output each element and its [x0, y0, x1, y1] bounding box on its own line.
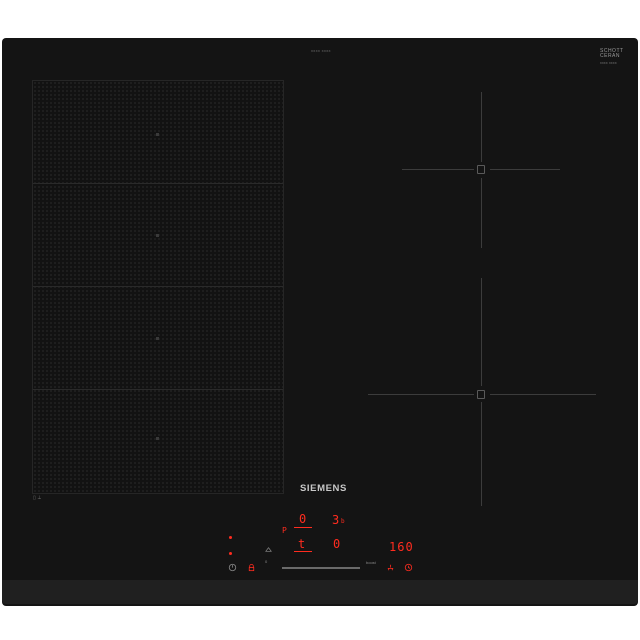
- flex-zone-divider: [33, 286, 283, 287]
- zone-guide-line: [481, 178, 482, 248]
- temperature-display: 160: [389, 540, 414, 554]
- flex-zone-symbol: ▯ ⟂: [33, 495, 42, 501]
- upper-right-zone-symbol[interactable]: [477, 165, 485, 174]
- left-indicator-dot: [229, 536, 232, 539]
- zone-guide-line: [490, 394, 596, 395]
- zone-b-level-display[interactable]: 3: [332, 513, 339, 527]
- zone-guide-line: [481, 92, 482, 162]
- ceran-text: CERAN: [600, 53, 621, 59]
- slider-max-label: boost: [366, 560, 376, 565]
- top-code-label: xxxx xxxx: [311, 48, 331, 53]
- zone-a-underline: [294, 527, 312, 528]
- flex-zone-divider: [33, 389, 283, 390]
- flex-icon[interactable]: [264, 545, 273, 554]
- zone-guide-line: [481, 402, 482, 506]
- zone-guide-line: [481, 278, 482, 386]
- slider-min-label: 0: [265, 559, 268, 564]
- zone-d-level-display[interactable]: 0: [333, 537, 340, 551]
- zone-a-level-display[interactable]: 0: [299, 512, 306, 526]
- power-level-slider[interactable]: [282, 567, 360, 569]
- schott-ceran-logo: SCHOTT CERAN xxxx xxxx: [600, 49, 624, 66]
- zone-center-mark: [156, 337, 159, 340]
- pan-icon[interactable]: [386, 563, 395, 572]
- zone-guide-line: [402, 169, 474, 170]
- glass-code: xxxx xxxx: [600, 61, 617, 65]
- flex-cooking-zone[interactable]: [32, 80, 284, 494]
- zone-center-mark: [156, 133, 159, 136]
- brand-logo: SIEMENS: [300, 483, 347, 494]
- zone-b-sub-indicator: b: [341, 518, 345, 525]
- cooktop-front-edge: [2, 580, 638, 604]
- power-icon[interactable]: [228, 563, 237, 572]
- zone-center-mark: [156, 437, 159, 440]
- zone-guide-line: [368, 394, 474, 395]
- zone-center-mark: [156, 234, 159, 237]
- lock-icon[interactable]: [247, 563, 256, 572]
- zone-selector-indicator[interactable]: P: [282, 526, 287, 535]
- zone-c-underline: [294, 551, 312, 552]
- lower-right-zone-symbol[interactable]: [477, 390, 485, 399]
- zone-guide-line: [490, 169, 560, 170]
- flex-zone-divider: [33, 183, 283, 184]
- clock-icon[interactable]: [404, 563, 413, 572]
- zone-c-level-display[interactable]: t: [298, 537, 305, 551]
- left-indicator-dot: [229, 552, 232, 555]
